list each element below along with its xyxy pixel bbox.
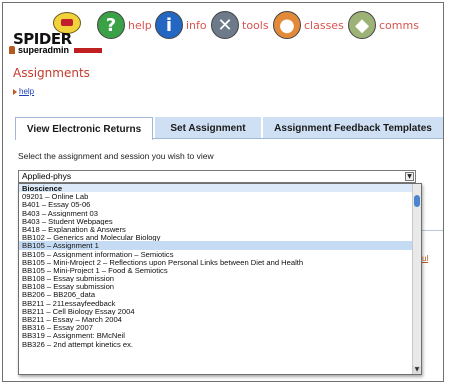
- dropdown-option[interactable]: B401 – Essay 05-06: [19, 200, 421, 208]
- user-redacted-bar: [74, 47, 103, 53]
- comms-icon: ◆: [348, 11, 376, 39]
- help-link[interactable]: help: [13, 87, 34, 96]
- nav-comms-label: comms: [379, 18, 419, 32]
- dropdown-option[interactable]: BB211 – Essay – March 2004: [19, 315, 421, 323]
- dropdown-option[interactable]: BB211 – Cell Biology Essay 2004: [19, 307, 421, 315]
- nav-tools[interactable]: ✕ tools: [211, 11, 269, 39]
- dropdown-option[interactable]: BB108 – Essay submission: [19, 274, 421, 282]
- arrow-right-icon: [13, 88, 17, 95]
- dropdown-options: Bioscience 09201 – Online Lab B401 – Essay…: [19, 184, 421, 348]
- user-icon: [9, 46, 15, 54]
- dropdown-option[interactable]: BB105 – Assignment information – Semioti…: [19, 250, 421, 258]
- info-icon: i: [155, 11, 183, 39]
- dropdown-option[interactable]: BB211 – 211essayfeedback: [19, 299, 421, 307]
- nav-help[interactable]: ? help: [97, 11, 152, 39]
- scroll-down-icon[interactable]: ▼: [413, 366, 421, 374]
- scrollbar-thumb[interactable]: [414, 195, 420, 207]
- dropdown-option[interactable]: B418 – Explanation & Answers: [19, 225, 421, 233]
- spider-window: SPIDER superadmin ? help i info ✕ tools …: [2, 2, 444, 382]
- help-link-label: help: [19, 87, 35, 96]
- tab-assignment-feedback-templates[interactable]: Assignment Feedback Templates: [263, 117, 443, 139]
- tab-bar: View Electronic Returns Set Assignment A…: [15, 117, 443, 140]
- dropdown-option[interactable]: BB319 – Assignment: BMcNeil: [19, 331, 421, 339]
- user-name: superadmin: [18, 45, 70, 55]
- nav-info[interactable]: i info: [155, 11, 207, 39]
- help-icon: ?: [97, 11, 125, 39]
- nav-classes-label: classes: [304, 18, 344, 32]
- dropdown-option[interactable]: BB326 – 2nd attempt kinetics ex.: [19, 340, 421, 348]
- background-link[interactable]: ul: [422, 254, 428, 263]
- dropdown-option[interactable]: B403 – Assignment 03: [19, 209, 421, 217]
- classes-icon: ●: [273, 11, 301, 39]
- assignment-select-value: Applied-phys: [22, 171, 72, 181]
- dropdown-option[interactable]: BB105 – Mini-Mroject 2 – Reflections upo…: [19, 258, 421, 266]
- nav-tools-label: tools: [242, 18, 269, 32]
- current-user: superadmin: [9, 45, 103, 55]
- dropdown-option[interactable]: BB316 – Essay 2007: [19, 323, 421, 331]
- nav-classes[interactable]: ● classes: [273, 11, 344, 39]
- select-prompt: Select the assignment and session you wi…: [18, 151, 214, 161]
- assignment-select[interactable]: Applied-phys ▼: [18, 170, 416, 183]
- dropdown-option[interactable]: BB105 – Assignment 1: [19, 241, 421, 250]
- nav-help-label: help: [128, 18, 152, 32]
- spider-logo: SPIDER: [9, 11, 85, 48]
- nav-info-label: info: [186, 18, 207, 32]
- dropdown-option[interactable]: BB105 – Mini-Project 1 – Food & Semiotic…: [19, 266, 421, 274]
- tab-set-assignment[interactable]: Set Assignment: [155, 117, 261, 139]
- dropdown-option[interactable]: BB206 – BB206_data: [19, 290, 421, 298]
- tools-icon: ✕: [211, 11, 239, 39]
- dropdown-scrollbar[interactable]: ▼: [412, 184, 421, 374]
- tab-view-electronic-returns[interactable]: View Electronic Returns: [15, 117, 153, 140]
- page-title: Assignments: [13, 66, 90, 80]
- nav-comms[interactable]: ◆ comms: [348, 11, 419, 39]
- dropdown-group-header: Bioscience: [19, 184, 421, 193]
- chevron-down-icon: ▼: [405, 172, 414, 181]
- dropdown-option[interactable]: B403 – Student Webpages: [19, 217, 421, 225]
- dropdown-option[interactable]: BB102 – Generics and Molecular Biology: [19, 233, 421, 241]
- assignment-dropdown-list[interactable]: Bioscience 09201 – Online Lab B401 – Essay…: [18, 183, 422, 375]
- dropdown-option[interactable]: 09201 – Online Lab: [19, 192, 421, 200]
- dropdown-option[interactable]: BB108 – Essay submission: [19, 282, 421, 290]
